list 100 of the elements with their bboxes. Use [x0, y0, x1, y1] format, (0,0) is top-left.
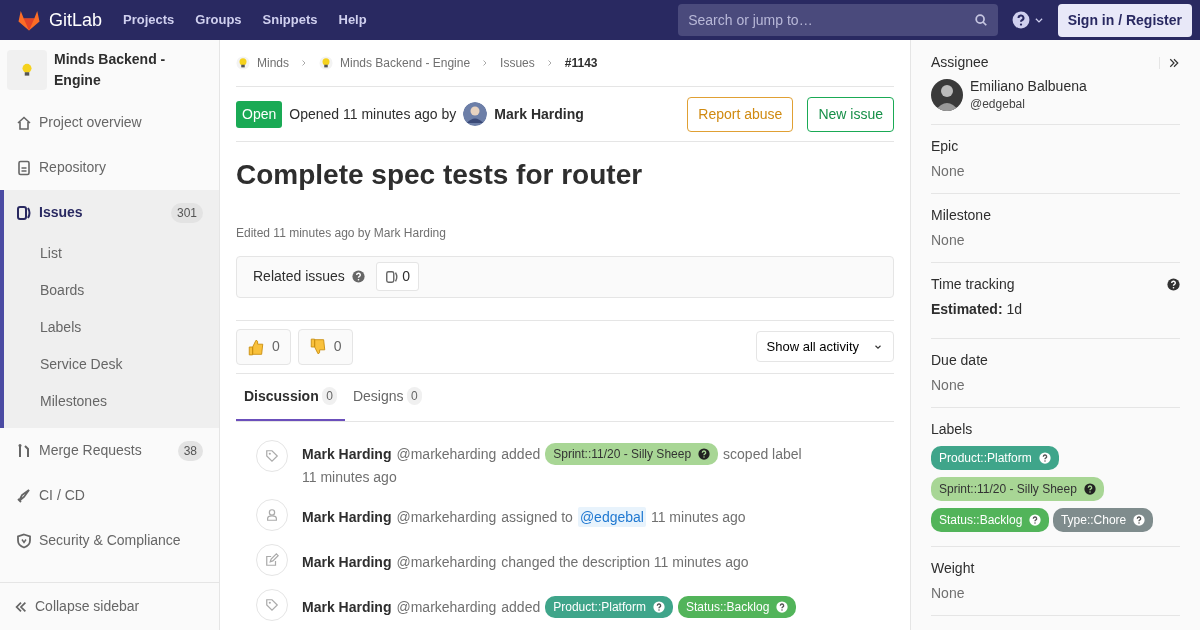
help-dropdown[interactable]	[1012, 11, 1044, 29]
section-value: None	[931, 231, 966, 250]
home-icon	[16, 114, 32, 131]
help-icon	[1038, 452, 1051, 464]
breadcrumb-link[interactable]: #1143	[564, 54, 598, 72]
help-icon	[776, 600, 789, 613]
document-icon	[16, 159, 32, 176]
status-badge: Open	[236, 100, 283, 128]
related-issues-label: Related issues	[253, 267, 345, 287]
sidebar-item[interactable]: CI / CD	[0, 473, 219, 518]
section-title: Due date	[931, 351, 988, 370]
item-count: 38	[177, 440, 203, 461]
thumbs-down-icon	[308, 337, 327, 356]
rocket-icon	[16, 487, 32, 504]
breadcrumb-link[interactable]: Minds	[257, 54, 289, 72]
nav-link[interactable]: Projects	[123, 10, 175, 30]
section-value: None	[931, 584, 966, 603]
tab[interactable]: Designs 0	[344, 373, 430, 421]
item-count: 301	[170, 202, 203, 223]
opened-text: Opened 11 minutes ago by	[289, 104, 457, 124]
sidebar-item[interactable]: Project overview	[0, 100, 219, 145]
activity-filter-dropdown[interactable]: Show all activity	[755, 330, 894, 363]
help-icon	[1167, 278, 1180, 291]
double-chevron-icon	[14, 599, 28, 614]
submenu-item[interactable]: Service Desk	[4, 346, 219, 383]
section-title: Milestone	[931, 206, 991, 225]
section-title: Weight	[931, 559, 975, 578]
breadcrumb-link[interactable]: Minds Backend - Engine	[340, 54, 471, 72]
user-mention-link[interactable]: @edgebal	[577, 506, 646, 527]
chevron-icon	[545, 59, 554, 67]
help-icon	[1083, 483, 1096, 495]
merge-request-icon	[16, 442, 32, 459]
activity-text: 11 minutes ago	[650, 507, 746, 527]
username: @markeharding	[396, 597, 497, 617]
username: @markeharding	[396, 552, 497, 572]
person-icon	[265, 507, 279, 522]
award-button[interactable]: 0	[236, 328, 291, 365]
tag-icon	[265, 448, 279, 463]
sidebar-item[interactable]: Merge Requests 38	[0, 428, 219, 473]
search-field[interactable]: Search or jump to…	[678, 4, 999, 36]
edit-icon	[265, 552, 279, 567]
brand-name[interactable]: GitLab	[49, 6, 103, 34]
related-issues-count[interactable]: 0	[375, 262, 420, 292]
help-icon	[351, 270, 365, 284]
activity-text: added	[501, 597, 541, 617]
lightbulb-icon	[319, 56, 333, 70]
author-name[interactable]: Mark Harding	[302, 506, 392, 527]
lightbulb-icon	[236, 56, 250, 70]
activity-text: changed the description 11 minutes ago	[501, 552, 749, 572]
submenu-item[interactable]: List	[4, 235, 219, 272]
tag-icon	[265, 597, 279, 612]
label-tag[interactable]: Sprint::11/20 - Silly Sheep	[545, 442, 719, 465]
label-tag[interactable]: Product::Platform	[931, 446, 1059, 470]
award-button[interactable]: 0	[297, 328, 353, 365]
assignee-name[interactable]: Emiliano Balbuena	[970, 77, 1087, 95]
caret-icon	[1033, 15, 1044, 25]
search-icon	[974, 13, 989, 27]
author-name[interactable]: Mark Harding	[302, 443, 392, 464]
nav-link[interactable]: Groups	[195, 10, 242, 30]
help-icon	[1133, 514, 1146, 526]
tab[interactable]: Discussion 0	[236, 373, 345, 421]
issues-icon	[384, 269, 399, 284]
username: @markeharding	[396, 507, 497, 527]
label-tag[interactable]: Sprint::11/20 - Silly Sheep	[931, 477, 1104, 501]
section-value: None	[931, 376, 966, 395]
thumbs-up-icon	[247, 337, 265, 356]
breadcrumb-link[interactable]: Issues	[500, 54, 535, 72]
project-name[interactable]: Minds Backend - Engine	[54, 49, 212, 91]
section-title: Labels	[931, 420, 973, 439]
avatar-icon	[463, 102, 488, 126]
author-name[interactable]: Mark Harding	[302, 596, 392, 617]
user-avatar	[931, 79, 963, 111]
sign-in-button[interactable]: Sign in / Register	[1057, 3, 1192, 37]
help-icon	[1029, 514, 1042, 526]
sidebar-item[interactable]: Repository	[0, 145, 219, 190]
submenu-item[interactable]: Milestones	[4, 383, 219, 420]
label-tag[interactable]: Type::Chore	[1052, 508, 1154, 532]
author-name[interactable]: Mark Harding	[302, 551, 392, 572]
nav-link[interactable]: Snippets	[262, 10, 318, 30]
edited-text: Edited 11 minutes ago by Mark Harding	[236, 224, 447, 242]
shield-icon	[16, 532, 32, 549]
section-title: Epic	[931, 137, 959, 156]
timestamp: 11 minutes ago	[302, 467, 398, 487]
activity-text: assigned to	[501, 507, 573, 527]
submenu-item[interactable]: Boards	[4, 272, 219, 309]
assignee-username: @edgebal	[970, 96, 1026, 113]
activity-text: scoped label	[723, 444, 802, 464]
issue-action-button[interactable]: Report abuse	[687, 96, 794, 132]
nav-link[interactable]: Help	[338, 10, 367, 30]
chevron-icon	[300, 59, 308, 67]
issues-icon	[16, 204, 32, 221]
submenu-item[interactable]: Labels	[4, 309, 219, 346]
section-title: Time tracking	[931, 275, 1015, 294]
sidebar-item[interactable]: Security & Compliance	[0, 518, 219, 563]
issue-action-button[interactable]: New issue	[807, 96, 894, 132]
author-link[interactable]: Mark Harding	[494, 103, 584, 125]
label-tag[interactable]: Product::Platform	[545, 595, 673, 618]
help-icon	[652, 600, 665, 613]
collapse-sidebar-button[interactable]	[1159, 56, 1180, 69]
section-title: Assignee	[931, 53, 989, 72]
